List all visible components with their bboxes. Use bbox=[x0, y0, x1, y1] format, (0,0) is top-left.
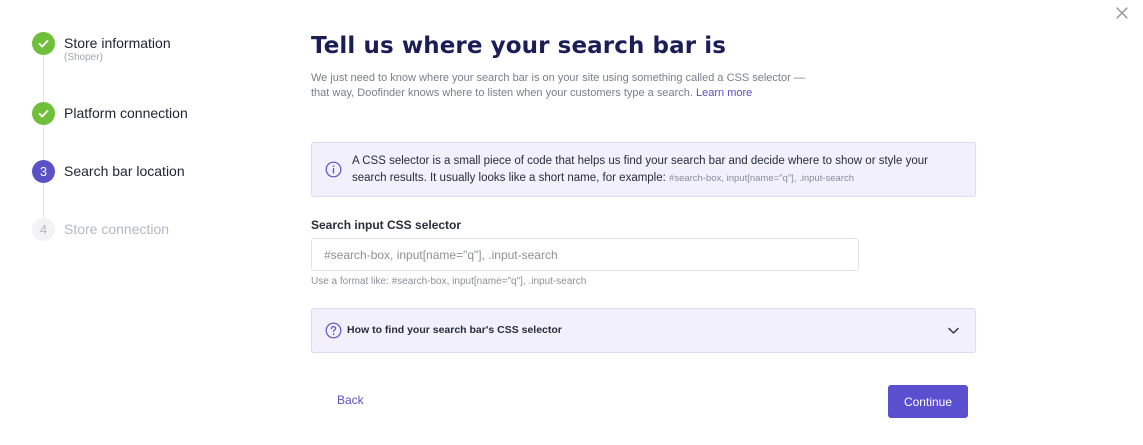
description-line-2: that way, Doofinder knows where to liste… bbox=[311, 87, 693, 99]
check-icon bbox=[38, 109, 49, 118]
step-store-connection: 4 Store connection bbox=[32, 218, 169, 241]
chevron-down-icon bbox=[948, 327, 959, 334]
find-selector-accordion[interactable]: How to find your search bar's CSS select… bbox=[311, 308, 976, 353]
step-number: 4 bbox=[32, 218, 55, 241]
css-selector-helper: Use a format like: #search-box, input[na… bbox=[311, 276, 587, 287]
continue-button[interactable]: Continue bbox=[888, 385, 968, 418]
info-callout: A CSS selector is a small piece of code … bbox=[311, 142, 976, 197]
back-button[interactable]: Back bbox=[337, 393, 364, 407]
css-selector-label: Search input CSS selector bbox=[311, 218, 462, 232]
info-example: #search-box, input[name="q"], .input-sea… bbox=[669, 173, 855, 184]
info-text: A CSS selector is a small piece of code … bbox=[352, 153, 957, 187]
help-circle-icon bbox=[325, 322, 342, 339]
step-complete-marker bbox=[32, 102, 55, 125]
learn-more-link[interactable]: Learn more bbox=[696, 87, 752, 99]
css-selector-input[interactable] bbox=[311, 238, 859, 271]
step-number: 3 bbox=[32, 160, 55, 183]
info-icon bbox=[325, 161, 342, 178]
step-platform-connection: Platform connection bbox=[32, 102, 188, 125]
accordion-label: How to find your search bar's CSS select… bbox=[347, 324, 562, 336]
step-complete-marker bbox=[32, 32, 55, 55]
close-button[interactable] bbox=[1115, 6, 1129, 20]
step-search-bar-location: 3 Search bar location bbox=[32, 160, 185, 183]
description-line-1: We just need to know where your search b… bbox=[311, 72, 805, 84]
step-label: Store connection bbox=[64, 221, 170, 237]
onboarding-stepper: Store information (Shoper) Platform conn… bbox=[32, 32, 272, 252]
step-store-information: Store information (Shoper) bbox=[32, 32, 171, 63]
page-description: We just need to know where your search b… bbox=[311, 71, 841, 101]
page-title: Tell us where your search bar is bbox=[311, 33, 727, 59]
check-icon bbox=[38, 39, 49, 48]
step-label: Search bar location bbox=[64, 163, 185, 179]
step-label: Platform connection bbox=[64, 105, 188, 121]
close-icon bbox=[1116, 7, 1128, 19]
